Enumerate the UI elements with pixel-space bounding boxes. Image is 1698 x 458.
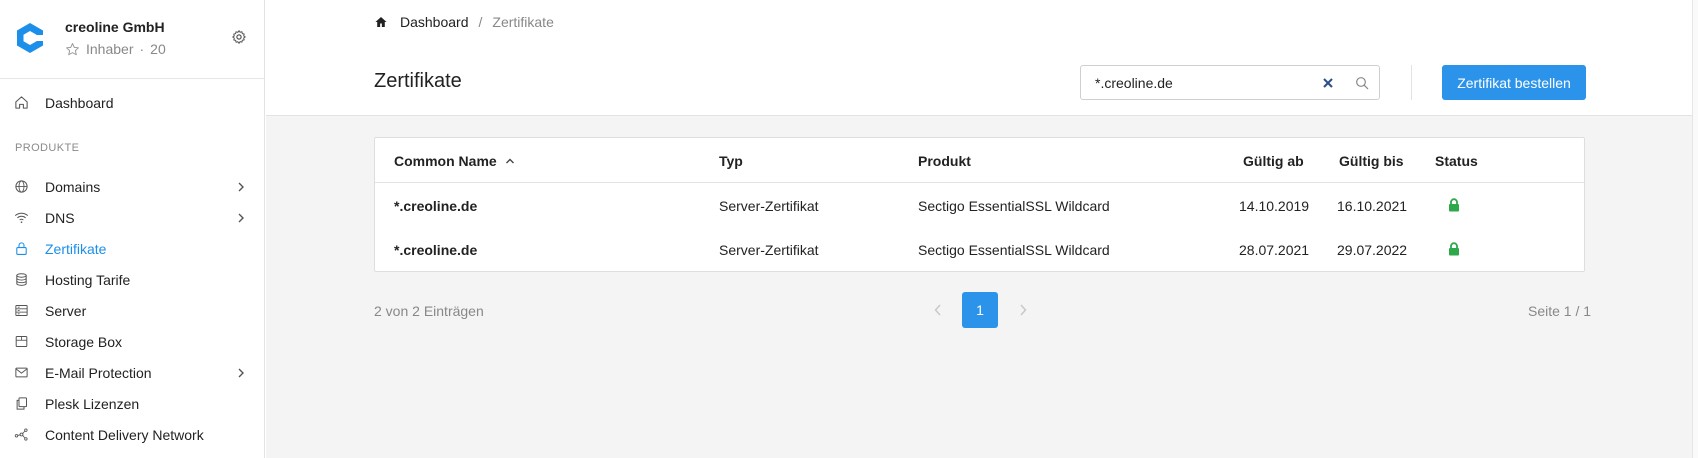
cell-product: Sectigo EssentialSSL Wildcard	[918, 242, 1110, 258]
sidebar-item-server[interactable]: Server	[0, 295, 264, 326]
cell-product: Sectigo EssentialSSL Wildcard	[918, 198, 1110, 214]
column-valid-to[interactable]: Gültig bis	[1339, 153, 1404, 169]
gear-icon[interactable]	[231, 29, 247, 45]
header-divider	[1411, 65, 1412, 100]
sidebar-item-label: DNS	[45, 209, 75, 226]
sidebar-item-email-protection[interactable]: E-Mail Protection	[0, 357, 264, 388]
cell-valid-from: 14.10.2019	[1239, 198, 1310, 214]
chevron-right-icon	[238, 182, 244, 191]
network-icon	[13, 427, 29, 443]
home-icon	[13, 95, 29, 111]
column-label: Common Name	[394, 153, 497, 169]
sidebar-item-domains[interactable]: Domains	[0, 171, 264, 202]
breadcrumb-separator: /	[478, 14, 483, 30]
cell-valid-from: 28.07.2021	[1239, 242, 1310, 258]
home-icon[interactable]	[374, 15, 388, 29]
sidebar: creoline GmbH Inhaber · 20 Dashboard PRO…	[0, 0, 265, 458]
chevron-right-icon	[238, 368, 244, 377]
page-header: Dashboard / Zertifikate Zertifikate Zert…	[266, 0, 1692, 116]
account-switcher[interactable]: creoline GmbH Inhaber · 20	[0, 0, 264, 79]
certificates-table: Common Name Typ Produkt Gültig ab Gültig…	[374, 137, 1585, 272]
sidebar-item-label: Hosting Tarife	[45, 271, 131, 288]
sidebar-item-zertifikate[interactable]: Zertifikate	[0, 233, 264, 264]
page-button-current[interactable]: 1	[962, 292, 998, 328]
table-row[interactable]: *.creoline.de Server-Zertifikat Sectigo …	[375, 228, 1584, 272]
account-count: 20	[150, 41, 166, 57]
column-status[interactable]: Status	[1435, 153, 1478, 169]
sidebar-item-label: Storage Box	[45, 333, 123, 350]
search-icon[interactable]	[1354, 75, 1370, 91]
sidebar-item-dns[interactable]: DNS	[0, 202, 264, 233]
globe-icon	[13, 179, 29, 195]
sidebar-item-label: Domains	[45, 178, 101, 195]
breadcrumb: Dashboard / Zertifikate	[374, 14, 554, 30]
column-common-name[interactable]: Common Name	[394, 153, 515, 169]
sidebar-item-label: Dashboard	[45, 94, 114, 111]
previous-page-icon[interactable]	[933, 303, 943, 317]
breadcrumb-current: Zertifikate	[492, 14, 554, 30]
clear-search-icon[interactable]	[1321, 76, 1335, 90]
organization-name: creoline GmbH	[65, 19, 165, 35]
sidebar-item-label: Server	[45, 302, 87, 319]
wifi-icon	[13, 210, 29, 226]
cell-type: Server-Zertifikat	[719, 242, 819, 258]
table-header: Common Name Typ Produkt Gültig ab Gültig…	[375, 138, 1584, 183]
star-icon	[66, 42, 79, 55]
sidebar-item-plesk-lizenzen[interactable]: Plesk Lizenzen	[0, 388, 264, 419]
page-info: Seite 1 / 1	[1528, 303, 1592, 319]
main-content: Dashboard / Zertifikate Zertifikate Zert…	[266, 0, 1692, 458]
section-label-products: PRODUKTE	[15, 142, 80, 154]
status-lock-icon	[1449, 198, 1459, 212]
sidebar-item-dashboard[interactable]: Dashboard	[0, 87, 264, 118]
sidebar-item-label: E-Mail Protection	[45, 364, 152, 381]
cell-type: Server-Zertifikat	[719, 198, 819, 214]
sidebar-item-storage-box[interactable]: Storage Box	[0, 326, 264, 357]
meta-separator: ·	[139, 41, 145, 57]
chevron-right-icon	[238, 213, 244, 222]
cell-common-name: *.creoline.de	[394, 242, 478, 258]
sidebar-item-label: Content Delivery Network	[45, 426, 204, 443]
creoline-logo-icon	[17, 23, 44, 53]
sidebar-item-hosting-tarife[interactable]: Hosting Tarife	[0, 264, 264, 295]
account-role: Inhaber	[86, 41, 134, 57]
search-input[interactable]	[1095, 73, 1315, 93]
mail-icon	[13, 365, 29, 381]
cell-common-name: *.creoline.de	[394, 198, 478, 214]
sidebar-item-label: Plesk Lizenzen	[45, 395, 140, 412]
cell-valid-to: 16.10.2021	[1337, 198, 1408, 214]
breadcrumb-dashboard-link[interactable]: Dashboard	[400, 14, 469, 30]
lock-icon	[13, 241, 29, 257]
account-meta: Inhaber · 20	[65, 41, 166, 57]
sidebar-item-content-delivery-network[interactable]: Content Delivery Network	[0, 419, 264, 450]
page-title: Zertifikate	[374, 70, 462, 92]
column-product[interactable]: Produkt	[918, 153, 971, 169]
column-type[interactable]: Typ	[719, 153, 743, 169]
database-icon	[13, 272, 29, 288]
column-valid-from[interactable]: Gültig ab	[1243, 153, 1304, 169]
box-icon	[13, 334, 29, 350]
table-row[interactable]: *.creoline.de Server-Zertifikat Sectigo …	[375, 184, 1584, 228]
server-icon	[13, 303, 29, 319]
search-box	[1080, 65, 1380, 100]
sidebar-item-label: Zertifikate	[45, 240, 107, 257]
cell-valid-to: 29.07.2022	[1337, 242, 1408, 258]
window-scrollbar[interactable]	[1692, 0, 1698, 458]
sort-ascending-icon	[505, 158, 514, 164]
copy-icon	[13, 396, 29, 412]
entries-summary: 2 von 2 Einträgen	[374, 303, 484, 319]
status-lock-icon	[1449, 242, 1459, 256]
order-certificate-button[interactable]: Zertifikat bestellen	[1442, 65, 1586, 100]
next-page-icon[interactable]	[1018, 303, 1028, 317]
